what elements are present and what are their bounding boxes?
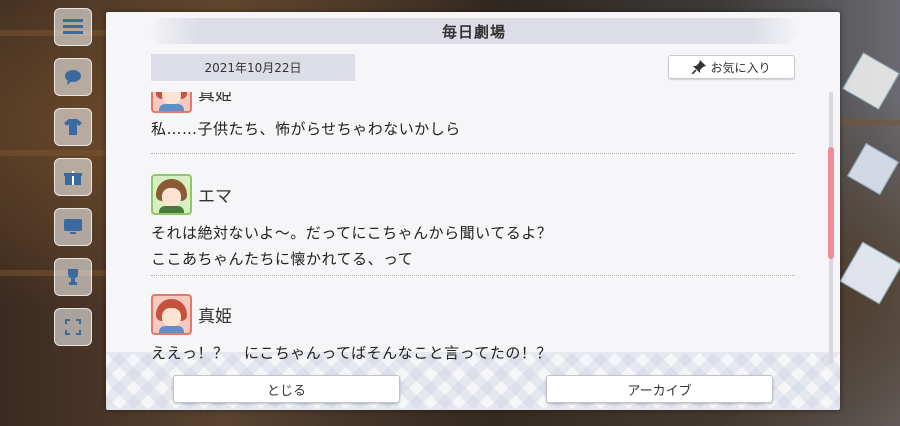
date-label: 2021年10月22日 [151,54,355,81]
pin-icon [691,60,707,75]
hamburger-icon[interactable] [54,8,92,46]
dialogue-entry: 真姫 私……子供たち、怖がらせちゃわないかしら [151,92,795,142]
shirt-icon[interactable] [54,108,92,146]
close-button[interactable]: とじる [173,375,400,403]
favorite-button[interactable]: お気に入り [668,55,795,79]
dialogue-line: ここあちゃんたちに懐かれてる、って [151,250,414,268]
trophy-icon[interactable] [54,258,92,296]
maki-avatar [151,293,192,335]
speaker-name: 真姫 [198,92,232,105]
archive-button[interactable]: アーカイブ [546,375,773,403]
dialogue-entry: エマ それは絶対ないよ〜。だってにこちゃんから聞いてるよ？ ここあちゃんたちに懐… [151,172,795,272]
right-decoration [839,0,900,426]
entry-divider [151,275,795,276]
chat-icon[interactable] [54,58,92,96]
dialogue-log[interactable]: 真姫 私……子供たち、怖がらせちゃわないかしら エマ それは絶対ないよ〜。だって… [151,92,795,364]
scroll-thumb[interactable] [828,147,834,259]
dialog-title: 毎日劇場 [441,22,506,41]
favorite-label: お気に入り [710,60,771,75]
dialogue-line: 私……子供たち、怖がらせちゃわないかしら [151,120,461,138]
entry-divider [151,153,795,154]
daily-theater-dialog: 毎日劇場 2021年10月22日 お気に入り 真姫 私……子供たち、怖がらせちゃ… [106,12,840,410]
dialogue-line: ええっ！？ にこちゃんってばそんなこと言ってたの！？ [151,344,552,362]
side-menu-rail [48,0,96,426]
maki-avatar [151,92,192,113]
monitor-icon[interactable] [54,208,92,246]
speaker-name: エマ [198,186,232,207]
emma-avatar [151,173,192,215]
title-bar: 毎日劇場 [146,18,802,44]
fullscreen-icon[interactable] [54,308,92,346]
scrollbar[interactable] [828,92,834,364]
dialogue-line: それは絶対ないよ〜。だってにこちゃんから聞いてるよ？ [151,224,553,242]
dialogue-entry: 真姫 ええっ！？ にこちゃんってばそんなこと言ってたの！？ [151,292,795,364]
speaker-name: 真姫 [198,306,232,327]
gift-icon[interactable] [54,158,92,196]
